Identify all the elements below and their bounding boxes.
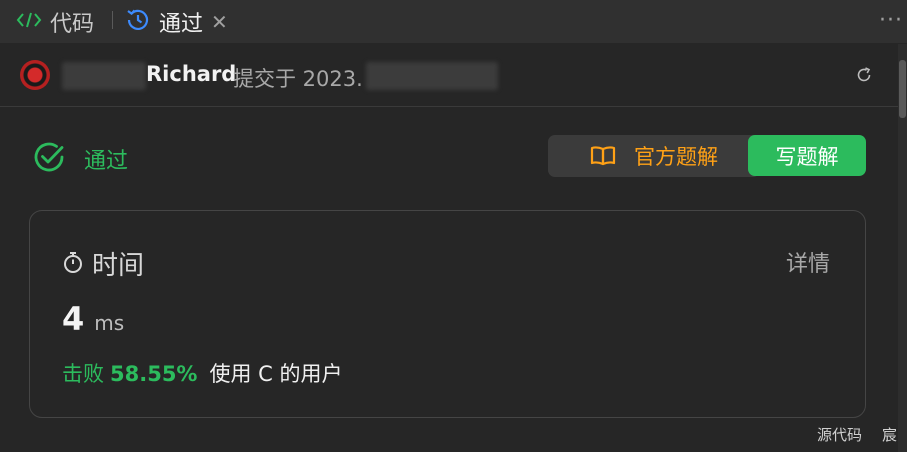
submitter-name[interactable]: Richard — [146, 62, 236, 86]
beats-percent: 58.55% — [110, 362, 198, 386]
runtime-card-header: 时间 — [62, 245, 144, 282]
book-icon — [590, 146, 616, 166]
stopwatch-icon — [62, 250, 84, 278]
tab-result-label: 通过 — [159, 11, 204, 37]
runtime-value-row: 4 ms — [62, 300, 124, 338]
runtime-value: 4 — [62, 300, 85, 338]
close-icon[interactable]: ✕ — [211, 12, 228, 32]
tab-divider — [112, 11, 113, 29]
code-icon — [16, 10, 42, 34]
status-label: 通过 — [84, 149, 129, 174]
write-solution-label: 写题解 — [775, 144, 839, 169]
runtime-title: 时间 — [92, 251, 145, 281]
official-solution-label: 官方题解 — [634, 145, 718, 169]
submission-time: 提交于 2023. — [233, 67, 363, 91]
beats-prefix: 击败 — [62, 362, 104, 386]
check-circle-icon — [32, 140, 66, 178]
write-solution-button[interactable]: 写题解 — [748, 135, 866, 176]
tab-code[interactable]: 代码 — [16, 0, 94, 43]
redacted-timestamp — [366, 62, 498, 90]
redacted-username-prefix — [62, 62, 146, 90]
tab-bar: 代码 通过 ✕ ··· — [0, 0, 907, 43]
tab-code-label: 代码 — [50, 11, 95, 37]
official-solution-button[interactable]: 官方题解 — [548, 135, 760, 177]
beats-suffix: 使用 C 的用户 — [209, 362, 343, 386]
scrollbar-thumb[interactable] — [899, 60, 906, 118]
result-status: 通过 — [32, 140, 128, 178]
submission-info-row: Richard 提交于 2023. — [0, 44, 898, 107]
more-options-icon[interactable]: ··· — [879, 10, 903, 32]
history-icon — [125, 7, 151, 37]
tab-result[interactable]: 通过 ✕ — [125, 0, 228, 43]
details-link[interactable]: 详情 — [786, 246, 830, 278]
footer-truncated-label: 宸 — [882, 426, 898, 444]
refresh-icon[interactable] — [855, 66, 873, 88]
beats-summary: 击败 58.55% 使用 C 的用户 — [62, 358, 342, 388]
source-code-link[interactable]: 源代码 — [817, 424, 862, 445]
avatar[interactable] — [20, 60, 50, 90]
runtime-unit: ms — [94, 311, 125, 335]
